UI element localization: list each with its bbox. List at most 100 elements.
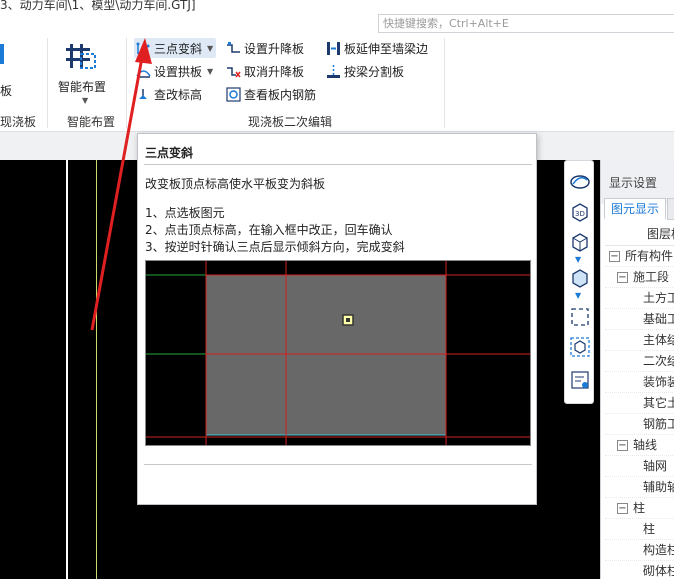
rebar-view-icon	[226, 86, 241, 102]
chevron-down-icon: ▼	[207, 66, 214, 76]
extend-slab-to-wall-beam-button[interactable]: 板延伸至墙梁边	[324, 38, 431, 58]
tree-item-label: 砌体柱	[643, 564, 674, 578]
chevron-down-icon[interactable]: ▼	[575, 255, 581, 264]
tree-item-label: 其它土	[643, 396, 674, 410]
tree-item-label: 构造柱	[643, 543, 674, 557]
tree-row[interactable]: − 施工段	[605, 267, 674, 288]
collapse-toggle-icon[interactable]: −	[609, 251, 620, 262]
window-title: 3、动力车间\1、模型\动力车间.GTJ]	[0, 0, 196, 12]
ribbon: 板 现浇板 智能布置 ▼ 智能布置 三点变斜 ▼ 设置拱板 ▼ 查改标高 设置升…	[0, 34, 674, 132]
collapse-toggle-icon[interactable]: −	[617, 272, 628, 283]
orbit-icon[interactable]	[569, 171, 591, 193]
slab-partial-label: 板	[0, 84, 13, 98]
tree-row[interactable]: 构造柱	[605, 540, 674, 561]
tooltip-bottom-divider	[144, 464, 532, 465]
svg-text:3D: 3D	[575, 210, 585, 218]
shortcut-search-input[interactable]	[379, 15, 674, 32]
cube-front-icon[interactable]	[569, 267, 591, 289]
collapse-toggle-icon[interactable]: −	[617, 503, 628, 514]
three-point-slope-icon	[136, 42, 150, 55]
extend-slab-icon	[327, 41, 340, 55]
tree-item-label: 装饰装	[643, 375, 674, 389]
tree-item-label: 轴网	[643, 459, 668, 473]
tooltip-divider	[144, 164, 532, 165]
tree-row[interactable]: 主体结	[605, 330, 674, 351]
wall-line	[66, 160, 68, 579]
chevron-down-icon[interactable]: ▼	[575, 291, 581, 300]
axis-line	[96, 160, 97, 579]
tab-element-display[interactable]: 图元显示	[604, 198, 667, 220]
display-settings-panel: 显示设置 图元显示 图层构 −所有构件−施工段土方工基础工主体结二次结装饰装其它…	[600, 160, 674, 579]
collapse-toggle-icon[interactable]: −	[617, 440, 628, 451]
check-edit-elevation-label: 查改标高	[154, 87, 203, 102]
three-point-slope-tooltip: 三点变斜 改变板顶点标高使水平板变为斜板 1、点选板图元 2、点击顶点标高，在输…	[137, 133, 537, 505]
cube-view-icon[interactable]	[569, 231, 591, 253]
display-settings-title: 显示设置	[609, 176, 658, 190]
arch-slab-icon	[136, 69, 151, 78]
set-rise-fall-slab-button[interactable]: 设置升降板	[224, 38, 307, 58]
layer-tree: 图层构 −所有构件−施工段土方工基础工主体结二次结装饰装其它土钢筋工−轴线轴网辅…	[605, 222, 674, 579]
tree-item-label: 主体结	[643, 333, 674, 347]
cancel-rise-fall-icon	[227, 66, 241, 77]
tooltip-step-3: 3、按逆时针确认三点后显示倾斜方向，完成变斜	[145, 240, 405, 254]
tooltip-demo-image	[145, 260, 531, 446]
tree-row[interactable]: − 轴线	[605, 435, 674, 456]
tree-item-label: 辅助轴	[643, 480, 674, 494]
tree-item-label: 施工段	[633, 270, 670, 284]
tree-row[interactable]: 土方工	[605, 288, 674, 309]
rise-fall-slab-icon	[227, 41, 240, 53]
tooltip-step-2: 2、点击顶点标高，在输入框中改正，回车确认	[145, 223, 393, 237]
smart-layout-icon	[66, 44, 96, 69]
set-rise-fall-slab-label: 设置升降板	[244, 41, 305, 56]
elevation-icon	[139, 88, 147, 99]
view-slab-rebar-label: 查看板内钢筋	[244, 87, 317, 102]
cancel-rise-fall-slab-button[interactable]: 取消升降板	[224, 61, 307, 81]
tree-item-label: 钢筋工	[643, 417, 674, 431]
tree-row[interactable]: 轴网	[605, 456, 674, 477]
split-slab-by-beam-button[interactable]: 按梁分割板	[324, 61, 407, 81]
3d-view-icon[interactable]: 3D	[569, 201, 591, 223]
element-box-icon[interactable]	[569, 336, 591, 358]
set-arch-slab-label: 设置拱板	[154, 64, 203, 79]
tooltip-title: 三点变斜	[145, 146, 194, 160]
tree-row[interactable]: 其它土	[605, 393, 674, 414]
tree-row[interactable]: 辅助轴	[605, 477, 674, 498]
tree-item-label: 柱	[643, 522, 656, 536]
split-slab-label: 按梁分割板	[344, 64, 405, 79]
shortcut-search-box[interactable]	[378, 14, 674, 33]
tree-row[interactable]: − 柱	[605, 498, 674, 519]
smart-layout-label: 智能布置	[58, 80, 107, 94]
smart-layout-button[interactable]: 智能布置 ▼	[56, 38, 112, 108]
slab-slope-demo-illustration	[146, 261, 530, 445]
set-arch-slab-button[interactable]: 设置拱板 ▼	[134, 61, 216, 81]
list-settings-icon[interactable]	[569, 369, 591, 391]
group-label-smart-layout: 智能布置	[67, 115, 116, 129]
view-slab-rebar-button[interactable]: 查看板内钢筋	[224, 84, 319, 104]
group-label-cast-slab: 现浇板	[0, 115, 37, 129]
tab-next[interactable]	[667, 198, 674, 220]
group-label-secondary-edit: 现浇板二次编辑	[248, 115, 333, 129]
split-slab-icon	[327, 64, 340, 78]
select-box-icon[interactable]	[569, 306, 591, 328]
tree-item-label: 轴线	[633, 438, 658, 452]
tree-row[interactable]: 柱	[605, 519, 674, 540]
tree-row[interactable]: − 所有构件	[605, 246, 674, 267]
slab-icon	[0, 44, 4, 64]
slab-partial-button[interactable]: 板	[0, 38, 12, 98]
view-toolbar: 3D ▼ ▼	[564, 160, 594, 404]
tree-row[interactable]: 钢筋工	[605, 414, 674, 435]
check-edit-elevation-button[interactable]: 查改标高	[134, 84, 205, 104]
cancel-rise-fall-slab-label: 取消升降板	[244, 64, 305, 79]
tree-row[interactable]: 二次结	[605, 351, 674, 372]
tree-item-label: 基础工	[643, 312, 674, 326]
tree-row[interactable]: 基础工	[605, 309, 674, 330]
tooltip-description: 改变板顶点标高使水平板变为斜板	[145, 177, 326, 191]
tree-row[interactable]: 装饰装	[605, 372, 674, 393]
tree-item-label: 土方工	[643, 291, 674, 305]
tree-item-label: 二次结	[643, 354, 674, 368]
tooltip-step-1: 1、点选板图元	[145, 206, 225, 220]
three-point-slope-button[interactable]: 三点变斜 ▼	[134, 38, 217, 58]
tree-row[interactable]: 砌体柱	[605, 561, 674, 579]
chevron-down-icon: ▼	[207, 43, 214, 53]
tree-item-label: 柱	[633, 501, 646, 515]
